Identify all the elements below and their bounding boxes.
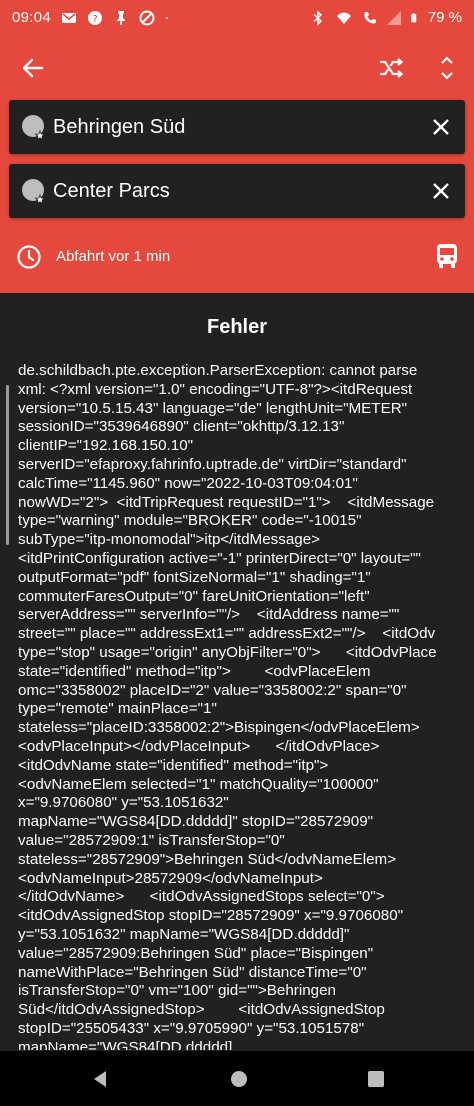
pin-notification-icon: [117, 10, 126, 25]
nav-recents-icon[interactable]: [366, 1069, 386, 1089]
arrow-left-icon: [22, 58, 44, 78]
battery-percent: 79 %: [427, 9, 462, 26]
close-icon: [433, 183, 449, 199]
error-message: de.schildbach.pte.exception.ParserExcept…: [18, 362, 437, 1050]
dnd-notification-icon: [139, 10, 155, 25]
system-navigation-bar: [0, 1051, 474, 1106]
svg-text:?: ?: [92, 14, 97, 25]
app-notification-icon: ?: [88, 10, 103, 25]
unfold-more-icon: [441, 56, 453, 80]
clear-to-button[interactable]: [429, 179, 453, 203]
nav-back-icon[interactable]: [89, 1068, 111, 1090]
signal-icon: [386, 10, 401, 25]
status-bar-right: 79 %: [310, 9, 462, 26]
status-time: 09:04: [12, 9, 52, 26]
clock-icon: [17, 245, 41, 269]
bluetooth-icon: [313, 9, 322, 26]
location-marker-icon: [22, 179, 46, 205]
wifi-icon: [336, 12, 351, 24]
more-notifications-dot-icon: [166, 16, 169, 19]
bus-icon[interactable]: [434, 242, 460, 270]
to-field[interactable]: Center Parcs: [9, 164, 465, 218]
departure-time-text: Abfahrt vor 1 min: [56, 248, 171, 265]
toolbar: [0, 35, 474, 99]
from-field-text: Behringen Süd: [53, 116, 186, 138]
from-field[interactable]: Behringen Süd: [9, 100, 465, 154]
swap-button[interactable]: [374, 53, 408, 83]
trip-header: Behringen Süd Center Parcs Abfahrt vor 1…: [0, 35, 474, 293]
expand-options-button[interactable]: [432, 51, 462, 85]
call-icon: [364, 11, 376, 23]
location-marker-icon: [22, 115, 46, 141]
error-title: Fehler: [206, 316, 268, 338]
to-field-text: Center Parcs: [53, 180, 170, 202]
nav-home-icon[interactable]: [228, 1068, 250, 1090]
scrollbar-thumb[interactable]: [6, 385, 9, 545]
status-bar: 09:04 ? 79 %: [0, 0, 474, 35]
clear-from-button[interactable]: [429, 115, 453, 139]
departure-time-row[interactable]: Abfahrt vor 1 min: [0, 232, 474, 282]
back-button[interactable]: [16, 53, 50, 83]
mail-notification-icon: [62, 12, 77, 23]
status-bar-left: 09:04 ?: [12, 9, 173, 26]
close-icon: [433, 119, 449, 135]
shuffle-icon: [380, 58, 404, 78]
battery-icon: [411, 12, 417, 22]
